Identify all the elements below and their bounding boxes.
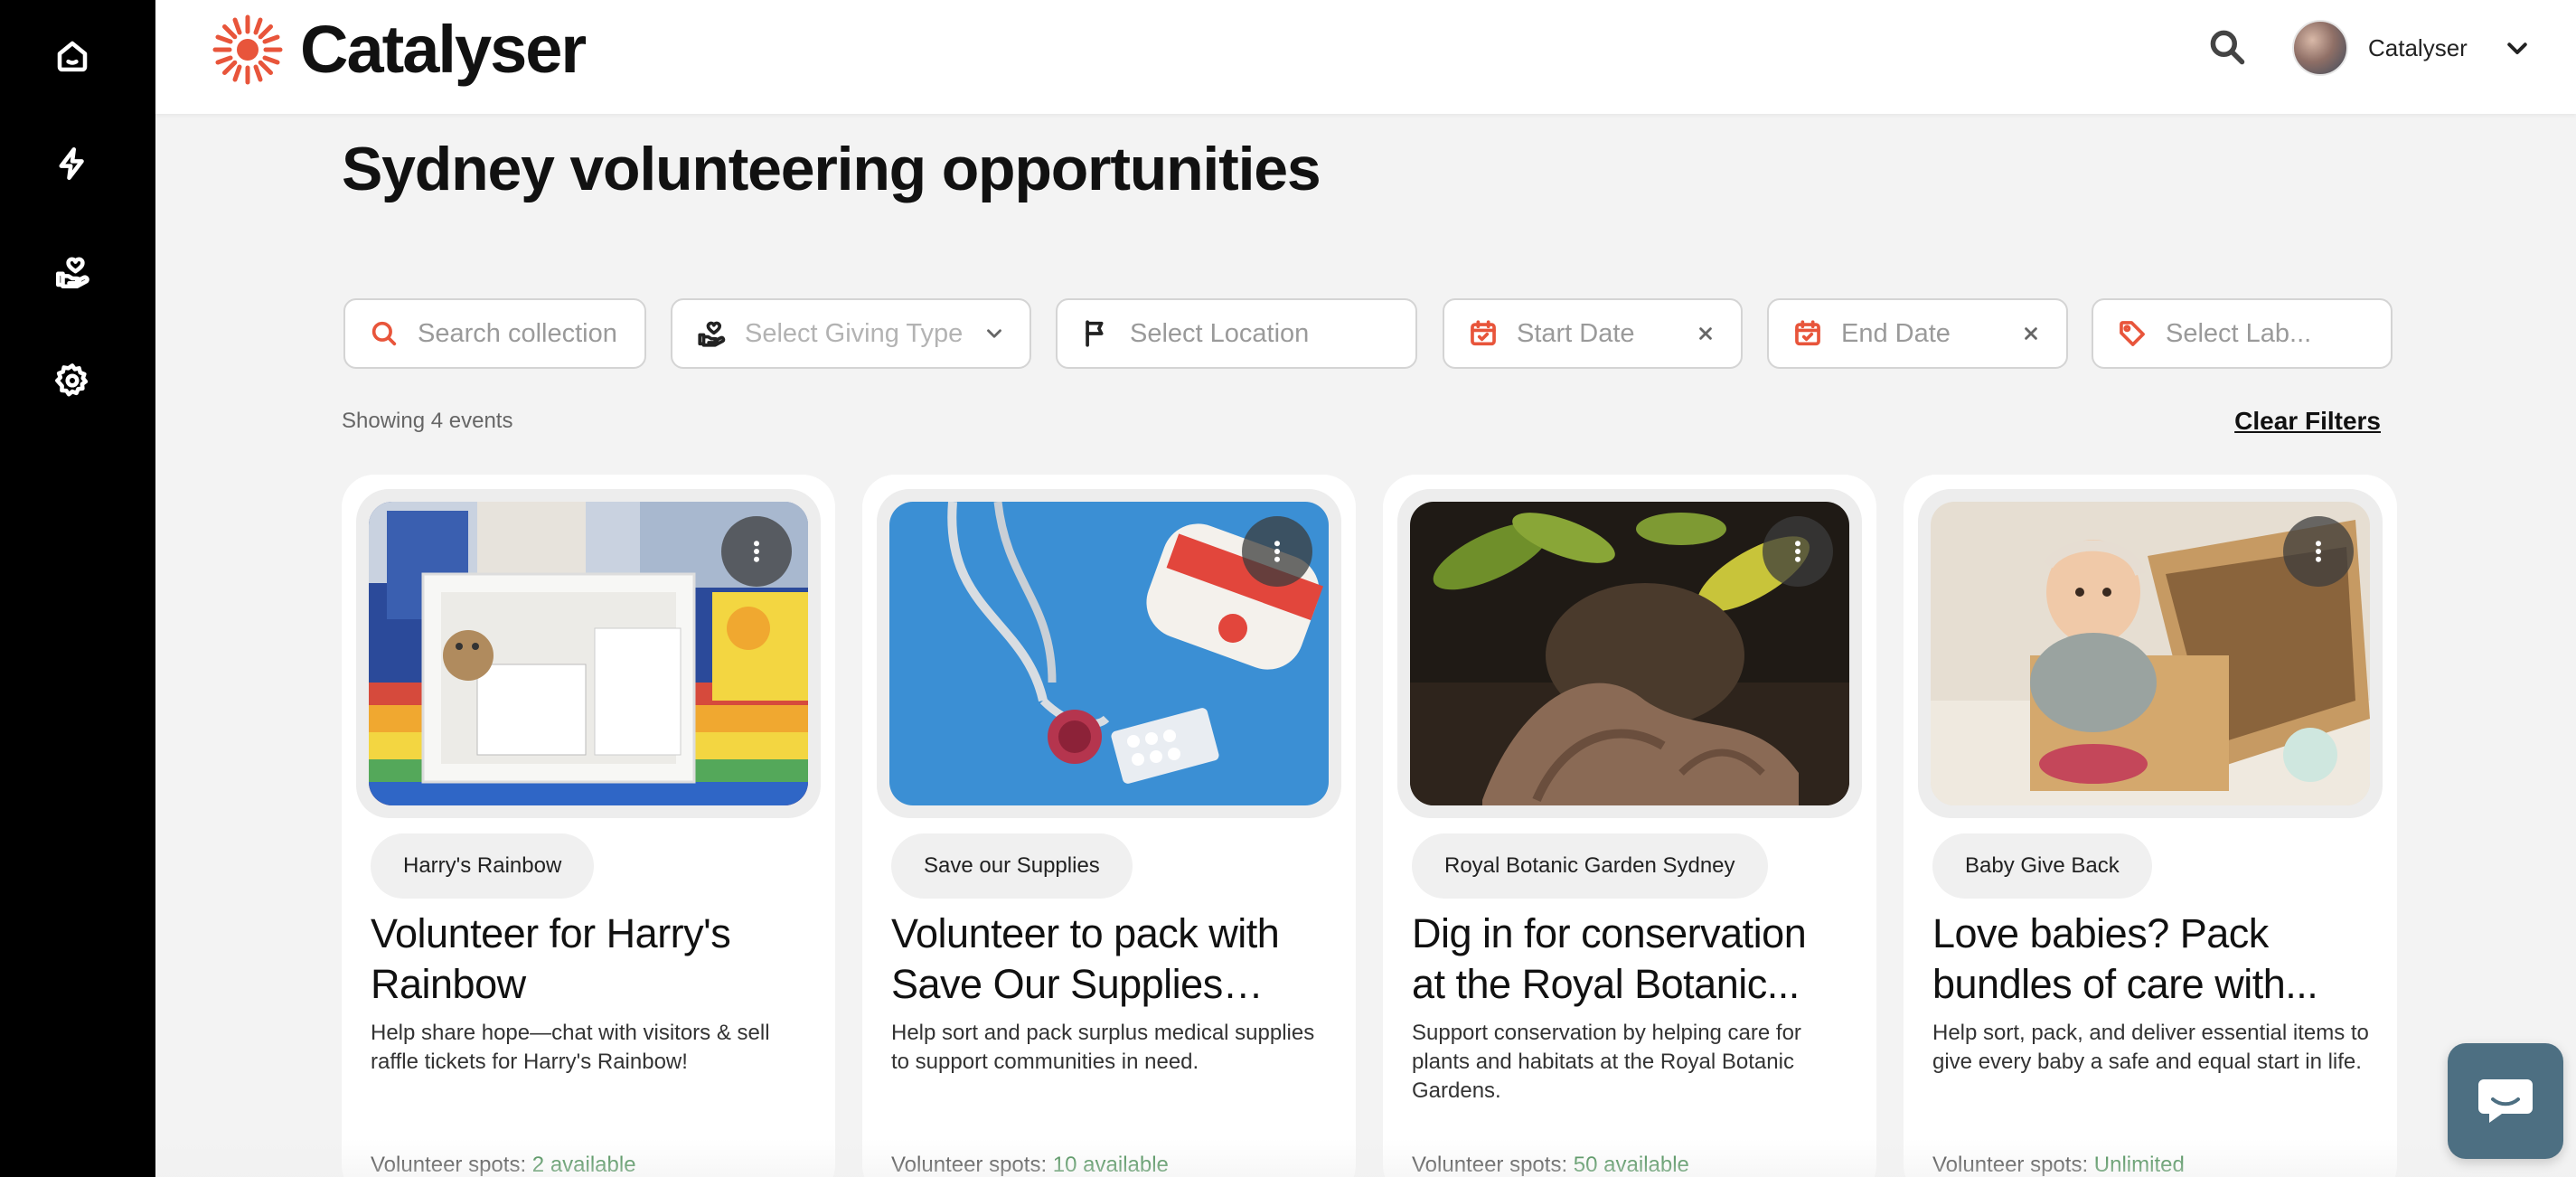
brand-name: Catalyser	[300, 12, 587, 87]
home-icon[interactable]	[51, 34, 94, 78]
more-options-button[interactable]	[1763, 516, 1833, 587]
clear-icon[interactable]	[2019, 322, 2043, 345]
spots-available: Unlimited	[2093, 1153, 2185, 1177]
sun-logo-icon	[212, 14, 283, 84]
page-title: Sydney volunteering opportunities	[342, 135, 1321, 203]
volunteer-spots: Volunteer spots: 50 available	[1412, 1153, 1689, 1177]
brand-logo[interactable]: Catalyser	[212, 11, 587, 88]
more-options-button[interactable]	[2283, 516, 2354, 587]
clear-icon[interactable]	[1694, 322, 1717, 345]
gardening-photo	[1410, 502, 1849, 805]
search-icon[interactable]	[2207, 27, 2252, 72]
baby-in-box-photo	[1931, 502, 2370, 805]
card-title[interactable]: Volunteer to pack with Save Our Supplies…	[891, 909, 1325, 1010]
calendar-icon	[1792, 318, 1823, 349]
search-icon	[369, 318, 400, 349]
start-date-picker[interactable]: Start Date	[1443, 298, 1743, 369]
event-card[interactable]: Baby Give Back Love babies? Pack bundles…	[1904, 475, 2397, 1177]
event-card[interactable]: Harry's Rainbow Volunteer for Harry's Ra…	[342, 475, 835, 1177]
tag-icon	[2117, 318, 2148, 349]
label-select[interactable]: Select Lab...	[2092, 298, 2393, 369]
more-vertical-icon	[1795, 541, 1800, 562]
giving-hand-icon	[696, 318, 727, 349]
org-badge[interactable]: Baby Give Back	[1932, 833, 2152, 899]
medical-supplies-photo	[889, 502, 1329, 805]
org-badge[interactable]: Save our Supplies	[891, 833, 1133, 899]
event-card[interactable]: Royal Botanic Garden Sydney Dig in for c…	[1383, 475, 1876, 1177]
chat-bubble-icon	[2478, 1079, 2533, 1123]
calendar-icon	[1468, 318, 1499, 349]
more-vertical-icon	[1274, 541, 1280, 562]
more-options-button[interactable]	[1242, 516, 1312, 587]
card-image-frame	[356, 489, 821, 818]
spots-available: 10 available	[1052, 1153, 1169, 1177]
event-card[interactable]: Save our Supplies Volunteer to pack with…	[862, 475, 1356, 1177]
org-badge[interactable]: Harry's Rainbow	[371, 833, 595, 899]
user-menu[interactable]: Catalyser	[2292, 20, 2531, 76]
lightning-icon[interactable]	[51, 142, 94, 185]
card-description: Help sort, pack, and deliver essential i…	[1932, 1021, 2369, 1074]
card-image-frame	[877, 489, 1341, 818]
clear-filters-link[interactable]: Clear Filters	[2234, 407, 2381, 436]
gift-box-photo	[369, 502, 808, 805]
flag-icon	[1081, 318, 1112, 349]
org-badge[interactable]: Royal Botanic Garden Sydney	[1412, 833, 1768, 899]
user-name: Catalyser	[2368, 33, 2468, 61]
card-description: Support conservation by helping care for…	[1412, 1021, 1801, 1103]
more-options-button[interactable]	[721, 516, 792, 587]
side-nav	[0, 0, 155, 1177]
card-title[interactable]: Love babies? Pack bundles of care with..…	[1932, 909, 2366, 1010]
card-image-frame	[1918, 489, 2383, 818]
avatar	[2292, 20, 2348, 76]
chevron-down-icon	[982, 322, 1006, 345]
card-title[interactable]: Volunteer for Harry's Rainbow	[371, 909, 804, 1010]
chat-widget-button[interactable]	[2448, 1043, 2563, 1159]
location-select[interactable]: Select Location	[1056, 298, 1417, 369]
search-input[interactable]: Search collection	[343, 298, 646, 369]
end-date-picker[interactable]: End Date	[1767, 298, 2068, 369]
card-description: Help sort and pack surplus medical suppl…	[891, 1021, 1315, 1074]
spots-available: 2 available	[531, 1153, 636, 1177]
gear-icon[interactable]	[51, 359, 94, 402]
card-description: Help share hope—chat with visitors & sel…	[371, 1021, 770, 1074]
volunteer-spots: Volunteer spots: 10 available	[891, 1153, 1169, 1177]
volunteer-spots: Volunteer spots: 2 available	[371, 1153, 636, 1177]
giving-type-select[interactable]: Select Giving Type	[671, 298, 1031, 369]
top-bar: Catalyser Catalyser	[155, 0, 2576, 114]
card-image-frame	[1397, 489, 1862, 818]
more-vertical-icon	[2316, 541, 2321, 562]
spots-available: 50 available	[1573, 1153, 1689, 1177]
chevron-down-icon[interactable]	[2504, 34, 2531, 61]
volunteer-spots: Volunteer spots: Unlimited	[1932, 1153, 2185, 1177]
card-title[interactable]: Dig in for conservation at the Royal Bot…	[1412, 909, 1846, 1010]
giving-hand-icon[interactable]	[51, 250, 94, 294]
results-count: Showing 4 events	[342, 409, 513, 433]
more-vertical-icon	[754, 541, 759, 562]
